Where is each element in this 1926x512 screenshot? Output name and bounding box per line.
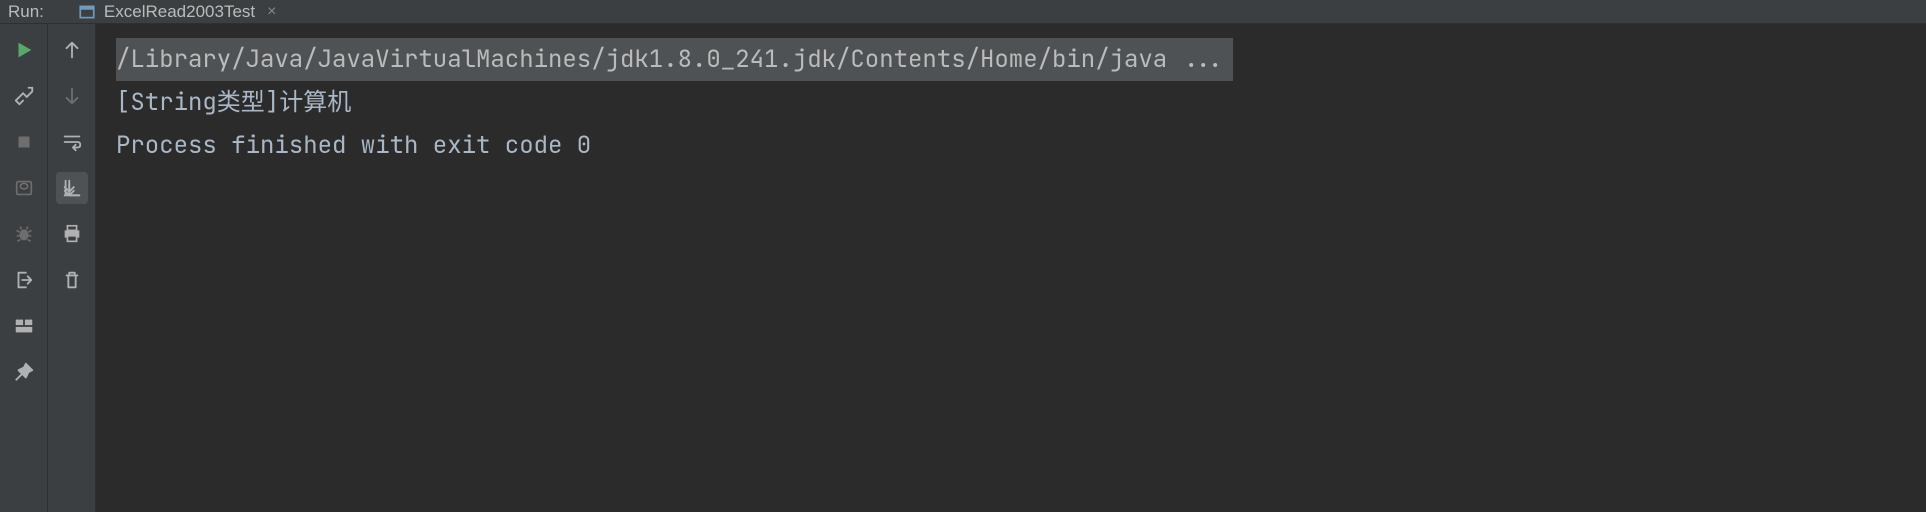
down-button[interactable] xyxy=(56,80,88,112)
close-icon[interactable]: × xyxy=(267,3,276,21)
console-command-line: /Library/Java/JavaVirtualMachines/jdk1.8… xyxy=(116,38,1233,81)
console-exit-line: Process finished with exit code 0 xyxy=(116,124,1906,167)
tab-label: ExcelRead2003Test xyxy=(104,2,255,22)
up-button[interactable] xyxy=(56,34,88,66)
stop-button[interactable] xyxy=(8,126,40,158)
left-toolbar xyxy=(0,24,48,512)
settings-button[interactable] xyxy=(8,80,40,112)
debug-button[interactable] xyxy=(8,218,40,250)
print-button[interactable] xyxy=(56,218,88,250)
dump-threads-button[interactable] xyxy=(8,172,40,204)
pin-button[interactable] xyxy=(8,356,40,388)
console-output-line: [String类型]计算机 xyxy=(116,81,1906,124)
console-toolbar xyxy=(48,24,96,512)
soft-wrap-button[interactable] xyxy=(56,126,88,158)
console-output[interactable]: /Library/Java/JavaVirtualMachines/jdk1.8… xyxy=(96,24,1926,512)
scroll-to-end-button[interactable] xyxy=(56,172,88,204)
exit-button[interactable] xyxy=(8,264,40,296)
run-panel-header: Run: ExcelRead2003Test × xyxy=(0,0,1926,24)
clear-button[interactable] xyxy=(56,264,88,296)
run-label: Run: xyxy=(8,2,44,22)
run-config-tab[interactable]: ExcelRead2003Test × xyxy=(68,0,287,23)
run-config-icon xyxy=(78,3,96,21)
layout-button[interactable] xyxy=(8,310,40,342)
main-area: /Library/Java/JavaVirtualMachines/jdk1.8… xyxy=(0,24,1926,512)
rerun-button[interactable] xyxy=(8,34,40,66)
